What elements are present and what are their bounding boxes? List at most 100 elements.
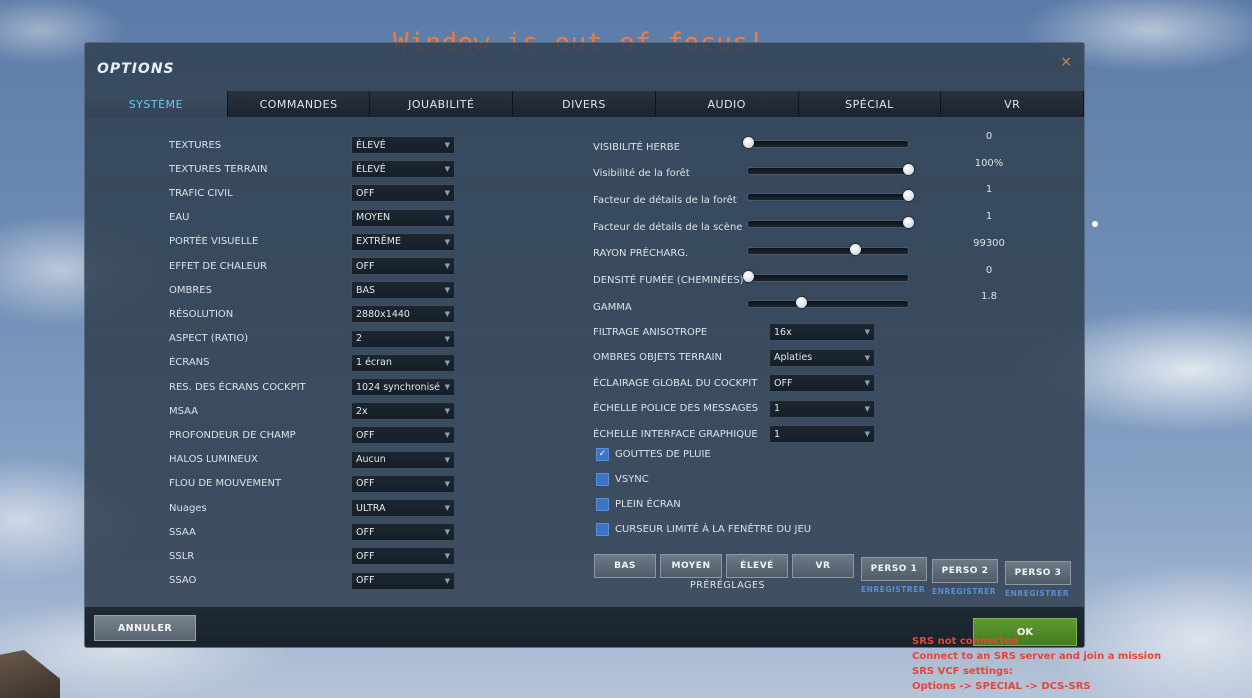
- setting-dropdown[interactable]: 16x ▼: [769, 323, 875, 341]
- slider-knob[interactable]: [903, 190, 914, 202]
- setting-dropdown[interactable]: OFF ▼: [769, 374, 875, 392]
- setting-dropdown[interactable]: OFF ▼: [351, 571, 455, 590]
- slider-knob[interactable]: [850, 243, 862, 255]
- setting-dropdown[interactable]: BAS ▼: [351, 281, 455, 300]
- tab-3[interactable]: DIVERS: [513, 91, 656, 117]
- checkbox-label: VSYNC: [615, 474, 649, 485]
- setting-label: FILTRAGE ANISOTROPE: [593, 326, 708, 338]
- checkbox-label: GOUTTES DE PLUIE: [615, 449, 711, 460]
- chevron-down-icon: ▼: [864, 404, 870, 413]
- setting-label: ÉCHELLE POLICE DES MESSAGES: [593, 403, 759, 414]
- chevron-down-icon: ▼: [444, 528, 450, 537]
- setting-dropdown[interactable]: OFF ▼: [351, 474, 455, 493]
- setting-dropdown[interactable]: 1024 synchronisé ▼: [351, 378, 455, 396]
- setting-label: TRAFIC CIVIL: [169, 187, 233, 199]
- chevron-down-icon: ▼: [444, 262, 450, 270]
- setting-dropdown[interactable]: Aucun ▼: [351, 450, 455, 469]
- close-icon[interactable]: ×: [1060, 54, 1072, 70]
- tab-6[interactable]: VR: [941, 91, 1084, 117]
- tab-5[interactable]: SPÉCIAL: [798, 91, 942, 117]
- chevron-down-icon: ▼: [444, 576, 450, 585]
- setting-dropdown[interactable]: ÉLEVÉ ▼: [351, 160, 455, 179]
- slider-value: 1.8: [981, 291, 997, 303]
- setting-dropdown[interactable]: Aplaties ▼: [769, 348, 875, 367]
- setting-label: OMBRES: [169, 284, 212, 296]
- tab-4[interactable]: AUDIO: [655, 91, 799, 117]
- checkbox-icon[interactable]: [596, 523, 609, 536]
- slider-label: GAMMA: [593, 301, 632, 313]
- setting-dropdown[interactable]: EXTRÊME ▼: [351, 232, 455, 251]
- setting-dropdown[interactable]: OFF ▼: [351, 547, 455, 566]
- setting-dropdown[interactable]: 1 ▼: [769, 399, 875, 418]
- custom-preset-button-3[interactable]: PERSO 3: [1005, 561, 1071, 585]
- checkbox-row[interactable]: ✓ GOUTTES DE PLUIE: [596, 448, 711, 461]
- dropdown-value: 1: [774, 428, 781, 440]
- slider-value: 100%: [974, 157, 1004, 169]
- dropdown-value: 2x: [356, 405, 368, 417]
- chevron-down-icon: ▼: [444, 237, 450, 246]
- setting-label: PROFONDEUR DE CHAMP: [169, 429, 296, 441]
- custom-preset-button-2[interactable]: PERSO 2: [932, 559, 998, 583]
- setting-dropdown[interactable]: 1 écran ▼: [351, 353, 455, 372]
- slider-knob[interactable]: [795, 297, 807, 309]
- preset-button-3[interactable]: VR: [792, 554, 854, 578]
- slider-knob[interactable]: [903, 163, 914, 175]
- setting-dropdown[interactable]: OFF ▼: [351, 426, 455, 445]
- dropdown-value: OFF: [356, 526, 375, 538]
- checkbox-icon[interactable]: [596, 473, 609, 486]
- srs-status-line: Connect to an SRS server and join a miss…: [912, 651, 1162, 662]
- setting-dropdown[interactable]: OFF ▼: [351, 257, 455, 275]
- setting-dropdown[interactable]: MOYEN ▼: [351, 208, 455, 227]
- setting-label: ÉCRANS: [169, 357, 210, 369]
- save-preset-link[interactable]: ENREGISTRER: [858, 585, 928, 594]
- setting-dropdown[interactable]: ÉLEVÉ ▼: [351, 136, 455, 154]
- tab-1[interactable]: COMMANDES: [227, 91, 371, 117]
- slider-track[interactable]: [747, 190, 914, 202]
- tab-2[interactable]: JOUABILITÉ: [370, 91, 514, 117]
- dropdown-value: OFF: [356, 429, 375, 441]
- srs-status-line: Options -> SPECIAL -> DCS-SRS: [912, 681, 1091, 692]
- tab-0[interactable]: SYSTÈME: [85, 91, 228, 117]
- checkbox-icon[interactable]: [596, 498, 609, 511]
- chevron-down-icon: ▼: [864, 353, 870, 362]
- preset-button-2[interactable]: ÉLEVÉ: [726, 554, 788, 578]
- slider-track[interactable]: [743, 270, 909, 282]
- setting-dropdown[interactable]: 2x ▼: [351, 402, 455, 421]
- slider-knob[interactable]: [903, 217, 914, 229]
- setting-dropdown[interactable]: OFF ▼: [351, 184, 455, 203]
- cancel-button[interactable]: ANNULER: [94, 615, 196, 641]
- slider-track[interactable]: [747, 217, 914, 229]
- setting-dropdown[interactable]: 2 ▼: [351, 329, 455, 348]
- setting-label: EFFET DE CHALEUR: [169, 260, 268, 272]
- save-preset-link[interactable]: ENREGISTRER: [929, 587, 999, 596]
- preset-button-0[interactable]: BAS: [594, 554, 656, 578]
- setting-dropdown[interactable]: 2880x1440 ▼: [351, 305, 455, 324]
- slider-value: 1: [985, 211, 993, 223]
- preset-button-1[interactable]: MOYEN: [660, 554, 722, 578]
- save-preset-link[interactable]: ENREGISTRER: [1002, 589, 1072, 598]
- setting-label: EAU: [169, 212, 190, 224]
- slider-track[interactable]: [747, 297, 909, 309]
- chevron-down-icon: ▼: [444, 504, 450, 512]
- setting-dropdown[interactable]: OFF ▼: [351, 523, 455, 542]
- checkbox-row[interactable]: PLEIN ÉCRAN: [596, 498, 681, 511]
- chevron-down-icon: ▼: [444, 479, 450, 488]
- checkbox-row[interactable]: CURSEUR LIMITÉ À LA FENÊTRE DU JEU: [596, 523, 811, 536]
- chevron-down-icon: ▼: [444, 407, 450, 416]
- checkbox-row[interactable]: VSYNC: [596, 473, 649, 486]
- setting-dropdown[interactable]: ULTRA ▼: [351, 499, 455, 517]
- chevron-down-icon: ▼: [444, 213, 450, 222]
- chevron-down-icon: ▼: [444, 455, 450, 464]
- slider-knob[interactable]: [743, 137, 754, 148]
- checkbox-checked-icon[interactable]: ✓: [596, 448, 609, 461]
- slider-knob[interactable]: [743, 270, 754, 282]
- slider-track[interactable]: [747, 163, 914, 175]
- slider-value: 99300: [973, 237, 1005, 249]
- slider-track[interactable]: [743, 137, 909, 148]
- setting-label: PORTÉE VISUELLE: [169, 236, 259, 248]
- slider-value: 0: [985, 131, 993, 142]
- custom-preset-button-1[interactable]: PERSO 1: [861, 557, 927, 581]
- chevron-down-icon: ▼: [444, 189, 450, 198]
- setting-dropdown[interactable]: 1 ▼: [769, 425, 875, 443]
- slider-track[interactable]: [747, 243, 909, 255]
